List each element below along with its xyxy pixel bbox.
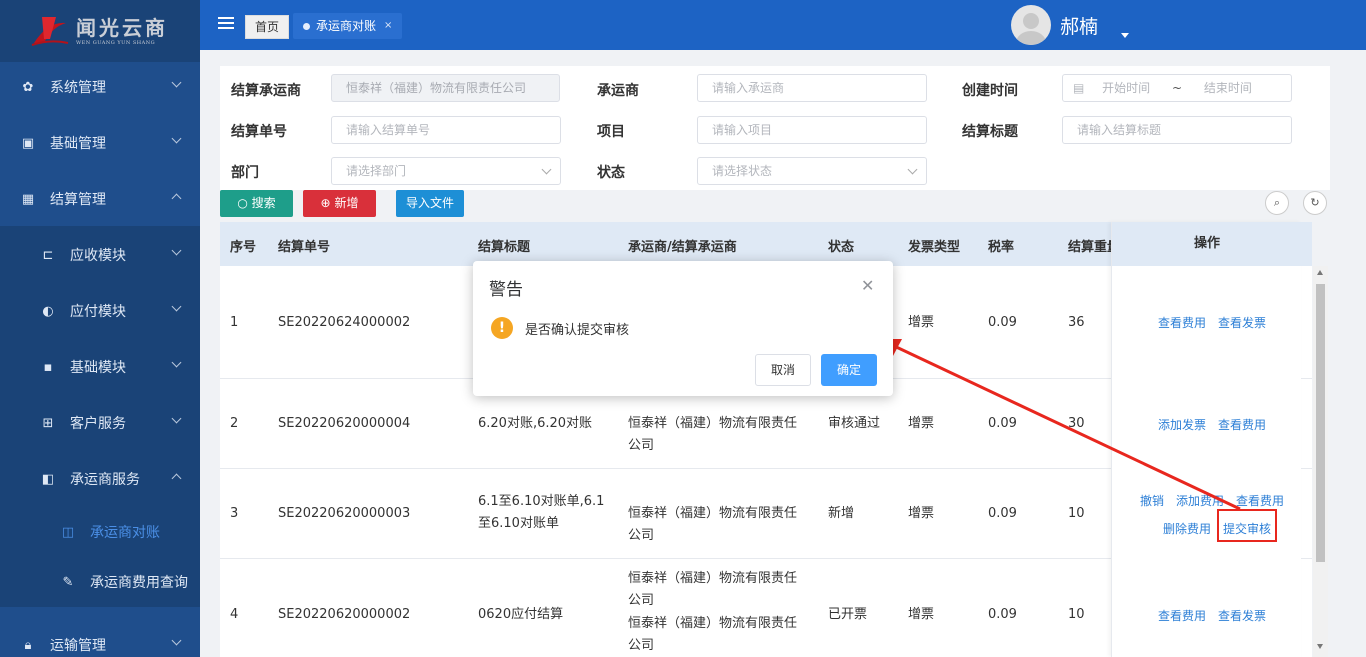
warning-icon: ! bbox=[491, 317, 513, 339]
close-icon[interactable]: ✕ bbox=[861, 276, 874, 295]
confirm-dialog: 警告 ✕ ! 是否确认提交审核 取消 确定 bbox=[473, 261, 893, 396]
cancel-button[interactable]: 取消 bbox=[755, 354, 811, 386]
app-window: 闻光云商 WEN GUANG YUN SHANG ✿ 系统管理 ▣ 基础管理 ▦… bbox=[0, 0, 1366, 657]
dialog-title: 警告 bbox=[489, 280, 523, 300]
dialog-message: 是否确认提交审核 bbox=[525, 323, 630, 338]
confirm-button[interactable]: 确定 bbox=[821, 354, 877, 386]
